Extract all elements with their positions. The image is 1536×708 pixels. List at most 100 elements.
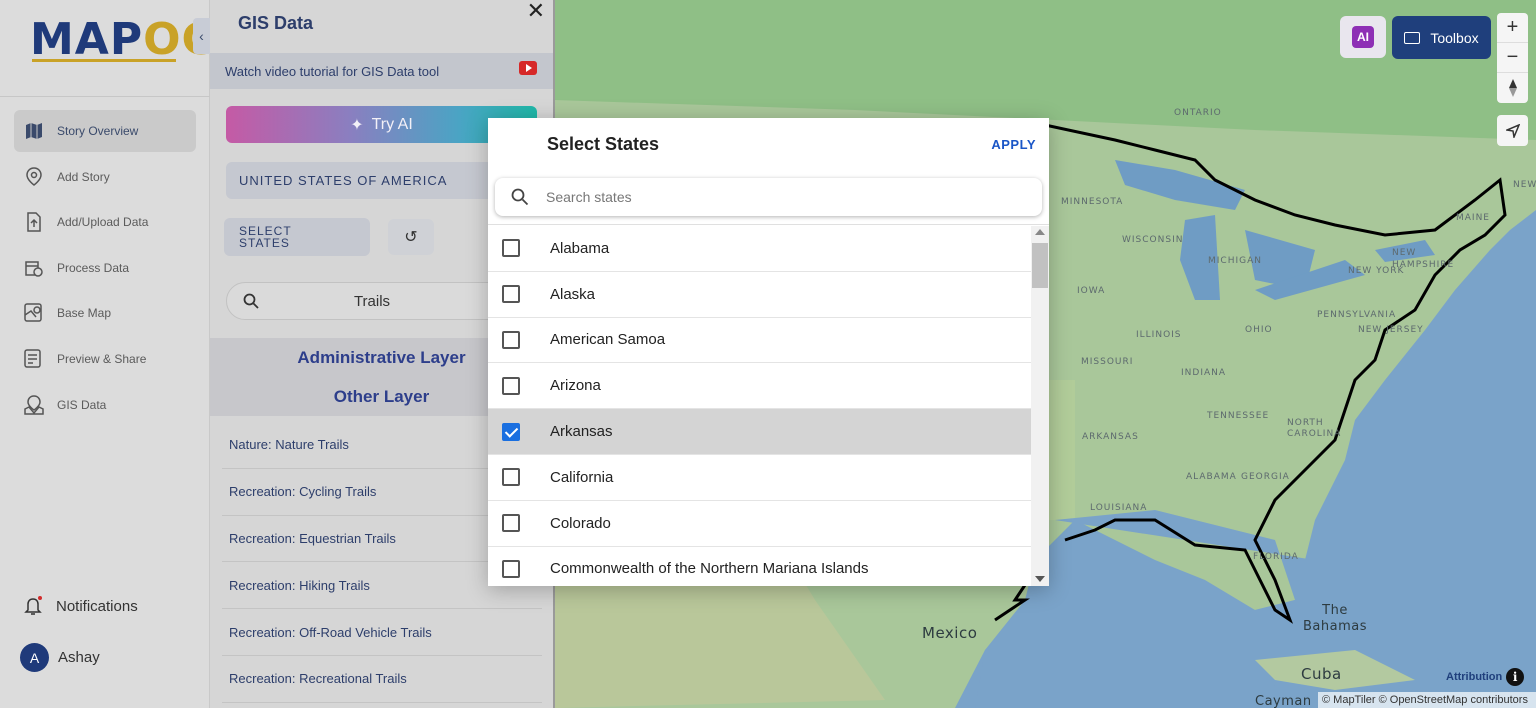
state-row-northern-mariana-islands[interactable]: Commonwealth of the Northern Mariana Isl…	[488, 547, 1031, 586]
user-profile[interactable]: A Ashay	[20, 643, 100, 672]
sidebar-item-label: GIS Data	[57, 397, 107, 412]
briefcase-icon	[1404, 31, 1421, 44]
youtube-icon	[519, 61, 537, 75]
sidebar-item-process-data[interactable]: Process Data	[14, 247, 196, 289]
state-row-alabama[interactable]: Alabama	[488, 226, 1031, 272]
state-row-california[interactable]: California	[488, 455, 1031, 501]
chevron-left-icon: ‹	[199, 28, 204, 44]
list-item[interactable]: Recreation: Off-Road Vehicle Trails	[222, 609, 542, 656]
scroll-up-arrow-icon[interactable]	[1035, 229, 1045, 235]
logo-part-map: MAP	[30, 14, 144, 65]
state-label: Arkansas	[550, 423, 613, 441]
map-label-ontario: ONTARIO	[1174, 108, 1222, 118]
state-search-box[interactable]	[495, 178, 1042, 216]
map-credits[interactable]: © MapTiler © OpenStreetMap contributors	[1318, 692, 1536, 708]
toolbox-button[interactable]: Toolbox	[1392, 16, 1491, 59]
toolbox-label: Toolbox	[1430, 29, 1479, 46]
map-icon	[24, 121, 44, 141]
map-label-georgia: GEORGIA	[1241, 472, 1290, 482]
map-label-illinois: ILLINOIS	[1136, 330, 1182, 340]
state-label: American Samoa	[550, 331, 666, 349]
state-row-arizona[interactable]: Arizona	[488, 363, 1031, 410]
map-label-wisconsin: WISCONSIN	[1122, 235, 1184, 245]
map-label-new: NEW	[1513, 180, 1536, 190]
state-checkbox-checked[interactable]	[502, 422, 520, 441]
state-label: California	[550, 468, 614, 486]
preview-share-icon	[24, 349, 44, 369]
refresh-icon: ↺	[404, 229, 418, 246]
state-checkbox[interactable]	[502, 285, 520, 304]
layer-search-value: Trails	[353, 292, 391, 310]
map-label-bahamas: The Bahamas	[1303, 603, 1367, 634]
sidebar-item-story-overview[interactable]: Story Overview	[14, 110, 196, 152]
tutorial-text: Watch video tutorial for GIS Data tool	[225, 63, 440, 79]
ai-assistant-button[interactable]: AI	[1340, 16, 1386, 58]
map-label-mexico: Mexico	[922, 624, 978, 642]
notifications-label: Notifications	[56, 597, 138, 615]
video-tutorial-link[interactable]: Watch video tutorial for GIS Data tool	[210, 53, 553, 89]
reset-button[interactable]: ↺	[388, 219, 434, 255]
state-checkbox[interactable]	[502, 468, 520, 487]
zoom-controls: + −	[1497, 13, 1528, 103]
state-checkbox[interactable]	[502, 239, 520, 258]
state-row-alaska[interactable]: Alaska	[488, 272, 1031, 318]
user-name: Ashay	[58, 649, 100, 666]
scroll-down-arrow-icon[interactable]	[1035, 576, 1045, 582]
sidebar-item-label: Preview & Share	[57, 351, 147, 366]
apply-button[interactable]: APPLY	[991, 137, 1036, 152]
close-icon[interactable]: ✕	[527, 0, 545, 24]
attribution-toggle[interactable]: Attribution i	[1446, 668, 1525, 686]
collapse-sidebar-button[interactable]: ‹	[193, 18, 210, 54]
state-checkbox[interactable]	[502, 330, 520, 349]
state-label: Commonwealth of the Northern Mariana Isl…	[550, 560, 869, 578]
base-map-icon	[24, 303, 44, 323]
sidebar-item-label: Base Map	[57, 306, 112, 321]
sidebar-item-label: Add/Upload Data	[57, 215, 149, 230]
state-list-scrollbar[interactable]	[1031, 226, 1049, 586]
scrollbar-thumb[interactable]	[1032, 243, 1048, 288]
map-label-arkansas: ARKANSAS	[1082, 432, 1139, 442]
state-row-colorado[interactable]: Colorado	[488, 501, 1031, 547]
select-states-line2: STATES	[239, 236, 290, 250]
attribution-label: Attribution	[1446, 671, 1503, 683]
search-icon	[243, 293, 259, 309]
map-label-tennessee: TENNESSEE	[1207, 411, 1270, 421]
map-label-new-hampshire: NEW HAMPSHIRE	[1392, 248, 1455, 270]
zoom-out-button[interactable]: −	[1497, 43, 1528, 73]
state-search-input[interactable]	[546, 189, 1026, 205]
locate-button[interactable]	[1497, 115, 1528, 146]
compass-button[interactable]	[1497, 73, 1528, 103]
sidebar-item-add-upload-data[interactable]: Add/Upload Data	[14, 201, 196, 243]
map-label-cayman: Cayman	[1255, 694, 1312, 708]
map-label-maine: MAINE	[1456, 213, 1490, 223]
sidebar-item-gis-data[interactable]: GIS Data	[14, 384, 196, 426]
mapog-logo[interactable]: MAPOG	[30, 12, 218, 68]
layer-search-input[interactable]: Trails	[226, 282, 526, 320]
sidebar-item-label: Add Story	[57, 169, 110, 184]
state-checkbox[interactable]	[502, 376, 520, 395]
try-ai-label: Try AI	[371, 115, 413, 133]
map-label-missouri: MISSOURI	[1081, 357, 1134, 367]
zoom-in-button[interactable]: +	[1497, 13, 1528, 43]
state-row-arkansas[interactable]: Arkansas	[488, 409, 1031, 455]
state-checkbox[interactable]	[502, 559, 520, 578]
state-row-american-samoa[interactable]: American Samoa	[488, 318, 1031, 364]
map-label-new-jersey: NEW JERSEY	[1358, 325, 1424, 335]
sidebar-item-preview-share[interactable]: Preview & Share	[14, 338, 196, 380]
map-label-cuba: Cuba	[1301, 665, 1342, 683]
sidebar-divider	[0, 96, 210, 97]
compass-icon	[1508, 79, 1517, 97]
state-label: Alabama	[550, 239, 610, 257]
select-states-button[interactable]: SELECT STATES	[224, 218, 370, 256]
notifications-button[interactable]: Notifications	[24, 596, 138, 616]
list-item[interactable]: Recreation: Recreational Trails	[222, 656, 542, 703]
map-label-louisiana: LOUISIANA	[1090, 503, 1148, 513]
avatar: A	[20, 643, 49, 672]
gis-data-icon	[24, 394, 44, 415]
state-label: Arizona	[550, 377, 601, 395]
sidebar-item-base-map[interactable]: Base Map	[14, 292, 196, 334]
country-select[interactable]: UNITED STATES OF AMERICA	[226, 162, 526, 199]
state-checkbox[interactable]	[502, 514, 520, 533]
dialog-title: Select States	[547, 134, 660, 154]
sidebar-item-add-story[interactable]: Add Story	[14, 156, 196, 198]
